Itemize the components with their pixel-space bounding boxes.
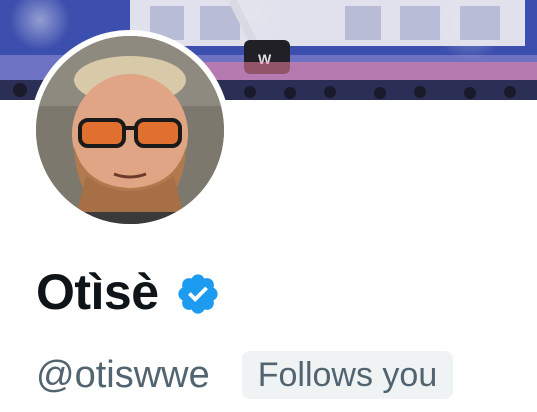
verified-badge-icon[interactable] xyxy=(175,271,221,317)
handle-row: @otiswwe Follows you xyxy=(36,350,454,400)
follows-you-badge: Follows you xyxy=(241,351,454,399)
display-name-row: Otìsè xyxy=(36,262,221,322)
display-name: Otìsè xyxy=(36,264,159,320)
avatar[interactable] xyxy=(36,36,224,224)
avatar-image xyxy=(36,36,224,224)
username-handle: @otiswwe xyxy=(36,354,210,396)
